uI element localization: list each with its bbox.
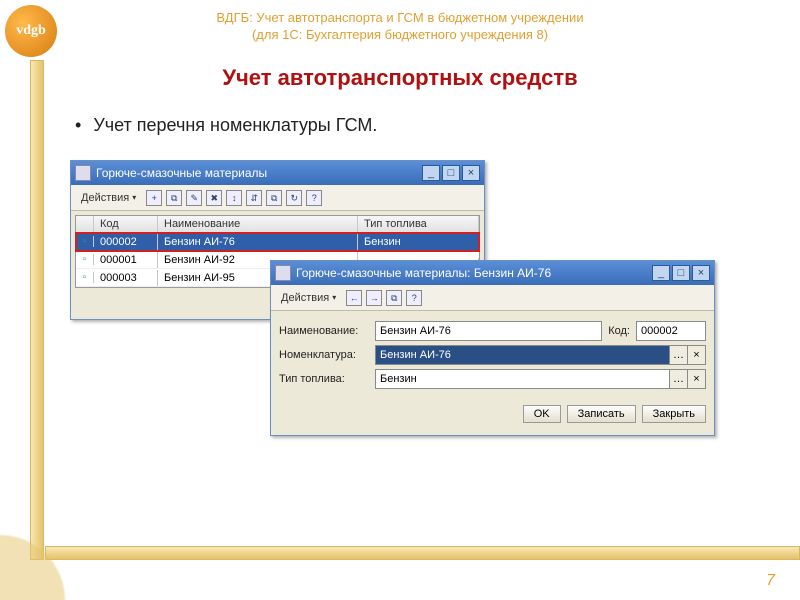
picker-ellipsis-icon[interactable]: … (670, 369, 688, 389)
maximize-icon[interactable]: □ (442, 165, 460, 181)
row-icon: ▫ (76, 272, 94, 283)
edit-icon[interactable]: ✎ (186, 190, 202, 206)
toolbar-list: Действия ▾ + ⧉ ✎ ✖ ↕ ⇵ ⧉ ↻ ? (71, 185, 484, 211)
back-icon[interactable]: ← (346, 290, 362, 306)
minimize-icon[interactable]: _ (652, 265, 670, 281)
picker-ellipsis-icon[interactable]: … (670, 345, 688, 365)
delete-icon[interactable]: ✖ (206, 190, 222, 206)
label-code: Код: (608, 325, 630, 337)
header-line1: ВДГБ: Учет автотранспорта и ГСМ в бюджет… (0, 10, 800, 27)
help-icon[interactable]: ? (406, 290, 422, 306)
table-row[interactable]: ▫ 000002 Бензин АИ-76 Бензин (76, 233, 479, 251)
input-name[interactable]: Бензин АИ-76 (375, 321, 602, 341)
titlebar-list[interactable]: Горюче-смазочные материалы _ □ × (71, 161, 484, 185)
bullet-item: Учет перечня номенклатуры ГСМ. (75, 115, 377, 136)
window-title-text: Горюче-смазочные материалы (96, 166, 267, 180)
move-icon[interactable]: ↕ (226, 190, 242, 206)
col-name[interactable]: Наименование (158, 216, 358, 232)
chevron-down-icon: ▾ (132, 193, 136, 202)
col-marker (76, 216, 94, 232)
minimize-icon[interactable]: _ (422, 165, 440, 181)
input-fuel[interactable]: Бензин (375, 369, 670, 389)
label-fuel: Тип топлива: (279, 373, 369, 385)
window-icon (275, 265, 291, 281)
decoration-bottom (45, 546, 800, 560)
actions-menu[interactable]: Действия ▾ (75, 189, 142, 207)
header-line2: (для 1С: Бухгалтерия бюджетного учрежден… (0, 27, 800, 44)
close-icon[interactable]: × (462, 165, 480, 181)
refresh-icon[interactable]: ↻ (286, 190, 302, 206)
copy-icon[interactable]: ⧉ (386, 290, 402, 306)
col-fuel[interactable]: Тип топлива (358, 216, 479, 232)
picker-clear-icon[interactable]: × (688, 345, 706, 365)
picker-clear-icon[interactable]: × (688, 369, 706, 389)
ok-button[interactable]: OK (523, 405, 561, 423)
forward-icon[interactable]: → (366, 290, 382, 306)
window-title-text: Горюче-смазочные материалы: Бензин АИ-76 (296, 266, 551, 280)
maximize-icon[interactable]: □ (672, 265, 690, 281)
input-code[interactable]: 000002 (636, 321, 706, 341)
slide-header: ВДГБ: Учет автотранспорта и ГСМ в бюджет… (0, 10, 800, 44)
label-nomen: Номенклатура: (279, 349, 369, 361)
copy-icon[interactable]: ⧉ (266, 190, 282, 206)
window-fuel-detail: Горюче-смазочные материалы: Бензин АИ-76… (270, 260, 715, 436)
add-icon[interactable]: + (146, 190, 162, 206)
section-title: Учет автотранспортных средств (0, 65, 800, 91)
decoration-corner (0, 510, 90, 600)
help-icon[interactable]: ? (306, 190, 322, 206)
chevron-down-icon: ▾ (332, 293, 336, 302)
input-nomen[interactable]: Бензин АИ-76 (375, 345, 670, 365)
col-code[interactable]: Код (94, 216, 158, 232)
row-icon: ▫ (76, 254, 94, 265)
label-name: Наименование: (279, 325, 369, 337)
close-icon[interactable]: × (692, 265, 710, 281)
titlebar-detail[interactable]: Горюче-смазочные материалы: Бензин АИ-76… (271, 261, 714, 285)
row-icon: ▫ (76, 236, 94, 247)
sort-icon[interactable]: ⇵ (246, 190, 262, 206)
toolbar-detail: Действия ▾ ← → ⧉ ? (271, 285, 714, 311)
page-number: 7 (766, 572, 775, 590)
decoration-side (30, 60, 44, 560)
close-button[interactable]: Закрыть (642, 405, 706, 423)
addgroup-icon[interactable]: ⧉ (166, 190, 182, 206)
window-icon (75, 165, 91, 181)
actions-menu[interactable]: Действия ▾ (275, 289, 342, 307)
save-button[interactable]: Записать (567, 405, 636, 423)
